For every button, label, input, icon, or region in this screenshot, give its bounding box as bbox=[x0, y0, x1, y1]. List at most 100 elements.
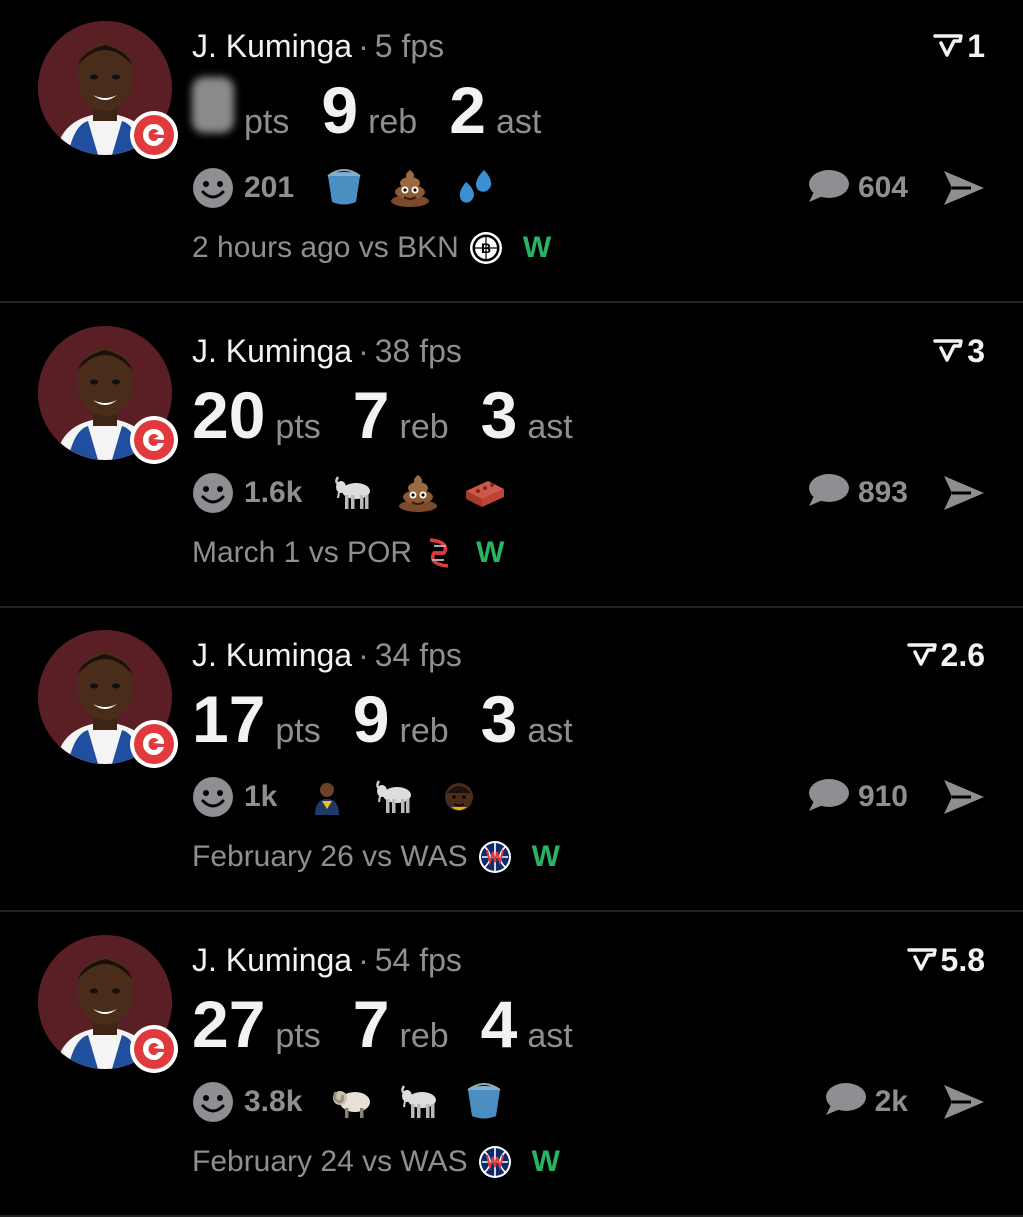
feed-card[interactable]: J. Kuminga · 34 fps 2.6 17 pts 9 reb 3 ast 1k 9… bbox=[0, 609, 1023, 912]
game-result: W bbox=[476, 535, 505, 569]
comment-count: 604 bbox=[857, 171, 908, 204]
player-face-icon[interactable] bbox=[437, 775, 481, 819]
comments-button[interactable]: 910 bbox=[806, 774, 908, 820]
game-time: 2 hours ago bbox=[192, 231, 351, 264]
sweat-drops-icon[interactable] bbox=[454, 166, 498, 210]
wizards-logo-icon bbox=[478, 1145, 512, 1179]
ram-icon[interactable] bbox=[330, 1080, 374, 1124]
opponent: vs POR bbox=[308, 535, 413, 569]
comment-icon[interactable] bbox=[806, 775, 850, 820]
stat-unit: reb bbox=[399, 712, 449, 750]
stat-line: pts 9 reb 2 ast bbox=[192, 70, 573, 150]
stat-unit: reb bbox=[399, 1016, 449, 1055]
reaction-count[interactable]: 201 bbox=[244, 171, 294, 205]
stat-value: 17 bbox=[192, 682, 266, 756]
vote-score[interactable]: 2.6 bbox=[906, 637, 985, 673]
vote-icon[interactable] bbox=[933, 28, 963, 64]
poop-icon[interactable] bbox=[396, 471, 440, 515]
stat-value: 3 bbox=[480, 682, 518, 756]
brick-icon[interactable] bbox=[462, 471, 506, 515]
feed-card[interactable]: J. Kuminga · 54 fps 5.8 27 pts 7 reb 4 ast 3.8k… bbox=[0, 914, 1023, 1217]
comments-button[interactable]: 2k bbox=[823, 1079, 908, 1125]
bucket-icon[interactable] bbox=[322, 166, 366, 210]
separator: · bbox=[358, 637, 369, 673]
vote-icon[interactable] bbox=[906, 637, 937, 673]
player-name[interactable]: J. Kuminga bbox=[192, 942, 352, 978]
stat-unit: pts bbox=[275, 1016, 321, 1055]
hawks-logo-icon bbox=[134, 1028, 174, 1069]
separator: · bbox=[358, 332, 369, 369]
feed-card[interactable]: J. Kuminga · 5 fps 1 pts 9 reb 2 ast 201 604 2… bbox=[0, 0, 1023, 303]
separator: · bbox=[358, 941, 369, 978]
add-reaction-icon[interactable] bbox=[192, 167, 234, 209]
goat-icon[interactable] bbox=[371, 775, 415, 819]
stat-line: 17 pts 9 reb 3 ast bbox=[192, 679, 605, 759]
reactions-row: 3.8k bbox=[192, 1079, 528, 1125]
vote-icon[interactable] bbox=[906, 942, 937, 978]
reaction-count[interactable]: 3.8k bbox=[244, 1085, 302, 1119]
comment-icon[interactable] bbox=[823, 1079, 867, 1124]
stat-unit: reb bbox=[368, 103, 418, 141]
stat-value: 7 bbox=[352, 377, 390, 452]
goat-icon[interactable] bbox=[330, 471, 374, 515]
hawks-logo-icon bbox=[134, 419, 174, 460]
reaction-count[interactable]: 1k bbox=[244, 780, 277, 814]
comment-count: 910 bbox=[857, 780, 908, 813]
game-meta: March 1 vs POR W bbox=[192, 533, 504, 573]
separator: · bbox=[358, 28, 369, 64]
game-result: W bbox=[531, 840, 560, 873]
stat-value: 9 bbox=[321, 73, 359, 147]
reactions-row: 1.6k bbox=[192, 470, 528, 516]
share-icon[interactable] bbox=[941, 775, 987, 819]
bucket-icon[interactable] bbox=[462, 1080, 506, 1124]
team-badge bbox=[130, 111, 178, 159]
team-badge bbox=[130, 415, 178, 464]
comment-icon[interactable] bbox=[806, 166, 850, 211]
player-name[interactable]: J. Kuminga bbox=[192, 333, 352, 369]
card-title: J. Kuminga · 38 fps bbox=[192, 331, 462, 371]
reaction-count[interactable]: 1.6k bbox=[244, 476, 302, 510]
add-reaction-icon[interactable] bbox=[192, 1081, 234, 1123]
goat-icon[interactable] bbox=[396, 1080, 440, 1124]
hidden-stat-value bbox=[192, 77, 234, 133]
card-title: J. Kuminga · 54 fps bbox=[192, 940, 462, 980]
feed-card[interactable]: J. Kuminga · 38 fps 3 20 pts 7 reb 3 ast 1.6k 8… bbox=[0, 305, 1023, 608]
stat-value: 2 bbox=[449, 73, 486, 147]
stat-unit: ast bbox=[495, 103, 542, 141]
vote-score[interactable]: 5.8 bbox=[906, 941, 985, 978]
fantasy-points: 54 fps bbox=[374, 941, 462, 978]
stat-unit: pts bbox=[275, 407, 321, 446]
player-name[interactable]: J. Kuminga bbox=[192, 28, 352, 64]
player-name[interactable]: J. Kuminga bbox=[192, 637, 352, 673]
poop-icon[interactable] bbox=[388, 166, 432, 210]
game-time: February 26 bbox=[192, 840, 354, 873]
nets-logo-icon: B bbox=[469, 231, 503, 265]
stat-unit: ast bbox=[527, 407, 573, 446]
vote-score[interactable]: 3 bbox=[933, 333, 985, 369]
stat-unit: reb bbox=[399, 407, 449, 446]
svg-text:B: B bbox=[481, 240, 491, 256]
vote-score[interactable]: 1 bbox=[933, 28, 985, 64]
vote-score-value: 5.8 bbox=[940, 941, 985, 978]
game-result: W bbox=[531, 1144, 560, 1178]
stat-value: 9 bbox=[352, 682, 390, 756]
comments-button[interactable]: 893 bbox=[806, 470, 908, 516]
comments-button[interactable]: 604 bbox=[806, 165, 908, 211]
share-icon[interactable] bbox=[941, 471, 987, 515]
add-reaction-icon[interactable] bbox=[192, 472, 234, 514]
comment-count: 2k bbox=[874, 1084, 908, 1118]
reactions-row: 201 bbox=[192, 165, 520, 211]
fantasy-points: 5 fps bbox=[374, 28, 445, 64]
player-avatar-icon[interactable] bbox=[305, 775, 349, 819]
add-reaction-icon[interactable] bbox=[192, 776, 234, 818]
stat-value: 20 bbox=[192, 377, 266, 452]
stat-line: 20 pts 7 reb 3 ast bbox=[192, 375, 605, 455]
share-icon[interactable] bbox=[941, 1080, 987, 1124]
share-icon[interactable] bbox=[941, 166, 987, 210]
hawks-logo-icon bbox=[134, 115, 174, 155]
comment-count: 893 bbox=[857, 475, 908, 509]
opponent: vs WAS bbox=[362, 1144, 468, 1178]
vote-icon[interactable] bbox=[933, 333, 963, 369]
comment-icon[interactable] bbox=[806, 470, 850, 515]
game-time: February 24 bbox=[192, 1144, 354, 1178]
